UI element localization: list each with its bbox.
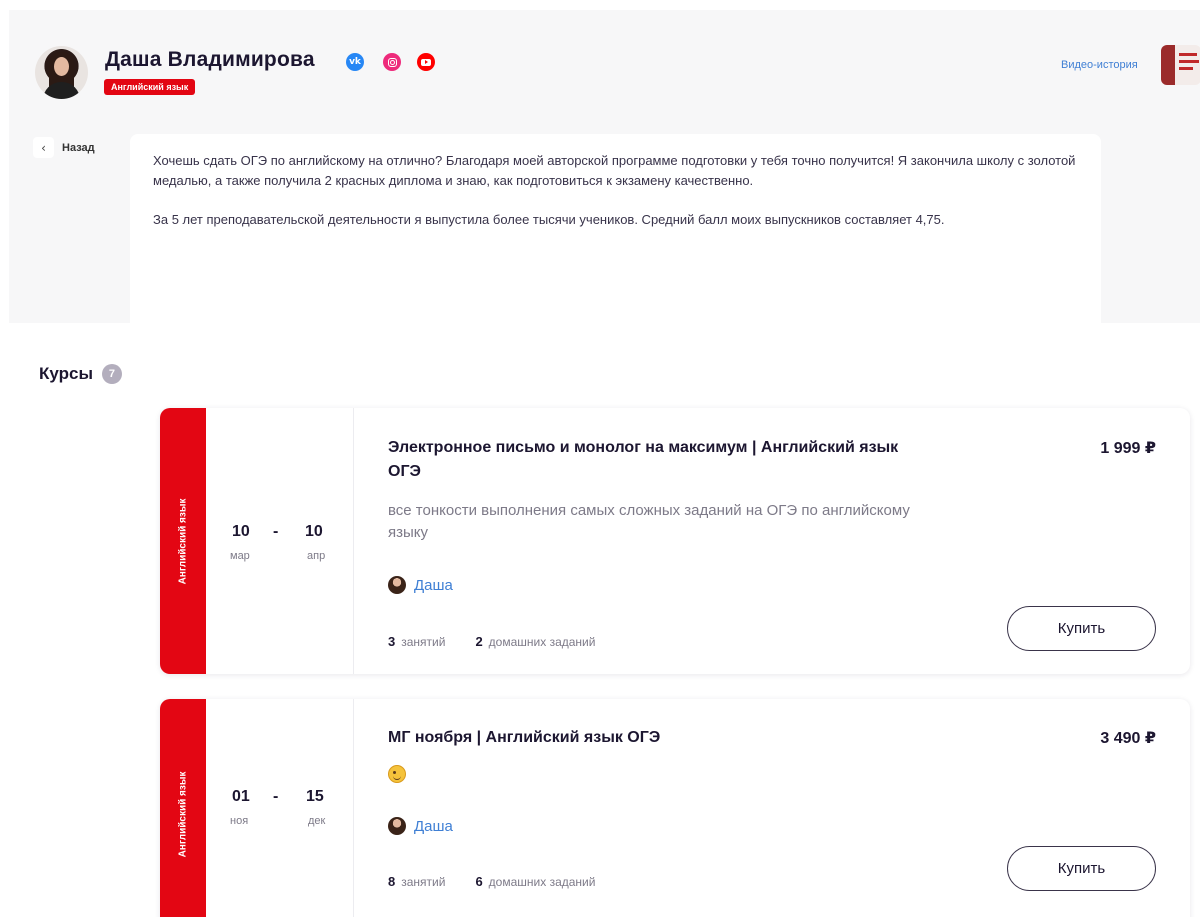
course-body: Электронное письмо и монолог на максимум… <box>354 408 1190 674</box>
course-stats: 8 занятий 6 домашних заданий <box>388 874 595 889</box>
bio-paragraph: За 5 лет преподавательской деятельности … <box>153 212 945 227</box>
course-subject-label: Английский язык <box>177 771 189 857</box>
avatar <box>35 46 88 99</box>
chevron-left-icon: ‹ <box>33 137 54 158</box>
courses-count-badge: 7 <box>101 364 122 384</box>
courses-heading: Курсы 7 <box>39 364 122 384</box>
profile-name: Даша Владимирова <box>105 48 315 71</box>
thumb-stripe <box>1179 60 1199 63</box>
lessons-label: занятий <box>401 875 446 889</box>
course-subject-strip: Английский язык <box>160 408 206 674</box>
author-name: Даша <box>414 817 453 835</box>
course-body: МГ ноября | Английский язык ОГЭ 3 490 ₽ … <box>354 699 1190 917</box>
author-name: Даша <box>414 576 453 594</box>
course-dates: 01 - 15 ноя дек <box>206 699 354 917</box>
end-month: дек <box>308 815 326 827</box>
homework-stat: 6 домашних заданий <box>475 874 595 889</box>
profile-header: Даша Владимирова vk Английский язык Виде… <box>9 10 1200 323</box>
date-separator: - <box>273 523 279 540</box>
homework-label: домашних заданий <box>488 635 596 649</box>
homework-stat: 2 домашних заданий <box>475 634 595 649</box>
homework-count: 2 <box>475 634 483 649</box>
courses-title: Курсы <box>39 364 93 383</box>
youtube-glyph <box>421 58 431 66</box>
back-button[interactable]: ‹ Назад <box>33 137 95 158</box>
buy-button[interactable]: Купить <box>1007 606 1156 651</box>
course-card[interactable]: Английский язык 10 - 10 мар апр Электрон… <box>160 408 1190 674</box>
thumb-stripe <box>1179 67 1193 70</box>
instagram-glyph <box>387 57 397 67</box>
video-story-thumbnail[interactable] <box>1161 45 1200 85</box>
author-avatar <box>388 576 406 594</box>
course-card[interactable]: Английский язык 01 - 15 ноя дек МГ ноябр… <box>160 699 1190 917</box>
end-day: 10 <box>305 523 323 540</box>
date-separator: - <box>273 788 279 805</box>
bio-card: Хочешь сдать ОГЭ по английскому на отлич… <box>130 134 1101 323</box>
winking-face-emoji-icon <box>388 765 406 783</box>
course-price: 3 490 ₽ <box>1100 730 1156 747</box>
vk-icon[interactable]: vk <box>346 53 364 71</box>
lessons-stat: 3 занятий <box>388 634 445 649</box>
instagram-icon[interactable] <box>383 53 401 71</box>
end-day: 15 <box>306 788 324 805</box>
start-day: 01 <box>232 788 250 805</box>
course-author[interactable]: Даша <box>388 817 453 835</box>
back-button-label: Назад <box>62 141 95 154</box>
course-subject-strip: Английский язык <box>160 699 206 917</box>
video-story-link[interactable]: Видео-история <box>1061 59 1138 71</box>
thumb-stripe <box>1179 53 1197 56</box>
author-avatar <box>388 817 406 835</box>
youtube-icon[interactable] <box>417 53 435 71</box>
course-dates: 10 - 10 мар апр <box>206 408 354 674</box>
lessons-count: 3 <box>388 634 396 649</box>
end-month: апр <box>307 550 326 562</box>
course-author[interactable]: Даша <box>388 576 453 594</box>
start-day: 10 <box>232 523 250 540</box>
course-title[interactable]: Электронное письмо и монолог на максимум… <box>388 436 908 484</box>
course-title[interactable]: МГ ноября | Английский язык ОГЭ <box>388 726 908 750</box>
subject-badge: Английский язык <box>104 79 196 95</box>
lessons-count: 8 <box>388 874 396 889</box>
homework-label: домашних заданий <box>488 875 596 889</box>
bio-paragraph: Хочешь сдать ОГЭ по английскому на отлич… <box>153 153 1076 188</box>
buy-button[interactable]: Купить <box>1007 846 1156 891</box>
course-price: 1 999 ₽ <box>1100 440 1156 457</box>
course-stats: 3 занятий 2 домашних заданий <box>388 634 595 649</box>
homework-count: 6 <box>475 874 483 889</box>
course-description: все тонкости выполнения самых сложных за… <box>388 502 910 541</box>
course-subject-label: Английский язык <box>177 498 189 584</box>
avatar-face <box>54 57 69 76</box>
start-month: мар <box>230 550 250 562</box>
lessons-stat: 8 занятий <box>388 874 445 889</box>
lessons-label: занятий <box>401 635 446 649</box>
start-month: ноя <box>230 815 249 827</box>
